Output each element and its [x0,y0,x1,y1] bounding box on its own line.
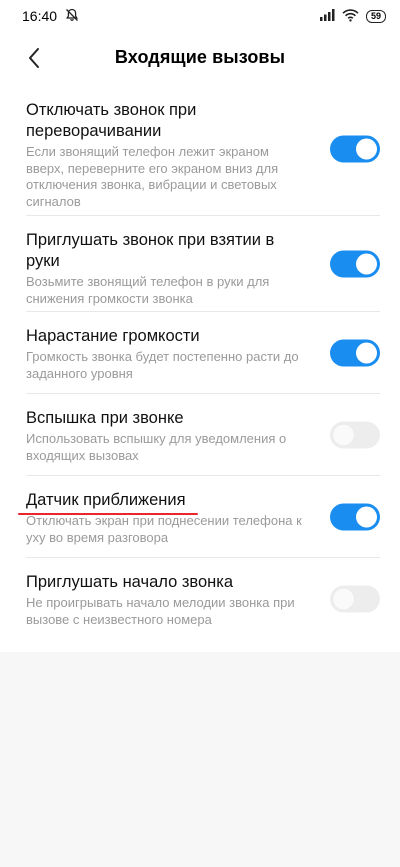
page-title: Входящие вызовы [114,46,286,67]
toggle-switch-on[interactable] [330,250,380,277]
wifi-icon [342,8,359,25]
setting-flip-to-silence[interactable]: Отключать звонок при переворачивании Есл… [26,82,380,216]
incoming-calls-screen: 16:40 59 Входящие вызовы Отключать звоно… [0,0,400,867]
toggle-switch-off[interactable] [330,421,380,448]
battery-icon: 59 [365,9,386,23]
setting-title: Приглушать начало звонка [26,573,234,591]
setting-description: Возьмите звонящий телефон в руки для сни… [26,274,270,306]
toggle-switch-on[interactable] [330,135,380,162]
battery-level: 59 [370,10,381,21]
setting-description: Если звонящий телефон лежит экраном ввер… [26,144,279,209]
header: Входящие вызовы [0,32,400,82]
back-button[interactable] [20,44,48,72]
toggle-switch-on[interactable] [330,503,380,530]
status-time: 16:40 [22,8,58,24]
setting-quiet-on-pickup[interactable]: Приглушать звонок при взятии в руки Возь… [26,216,380,312]
setting-flash-on-ring[interactable]: Вспышка при звонке Использовать вспышку … [26,394,380,476]
signal-icon [319,8,335,25]
bell-off-icon [65,8,79,25]
setting-title: Приглушать звонок при взятии в руки [26,231,275,270]
status-left: 16:40 [22,8,79,25]
toggle-switch-on[interactable] [330,339,380,366]
setting-description: Использовать вспышку для уведомления о в… [26,431,287,463]
setting-ascending-volume[interactable]: Нарастание громкости Громкость звонка бу… [26,312,380,394]
status-bar: 16:40 59 [0,0,400,32]
settings-list: Отключать звонок при переворачивании Есл… [0,82,400,652]
setting-title: Нарастание громкости [26,327,200,345]
setting-description: Не проигрывать начало мелодии звонка при… [26,595,295,627]
highlight-underline [18,513,198,515]
toggle-switch-off[interactable] [330,585,380,613]
setting-quiet-ring-start[interactable]: Приглушать начало звонка Не проигрывать … [26,558,380,640]
chevron-left-icon [29,48,39,68]
content-panel: 16:40 59 Входящие вызовы Отключать звоно… [0,0,400,652]
setting-title: Датчик приближения [26,491,186,509]
setting-title: Отключать звонок при переворачивании [26,101,197,140]
setting-proximity-sensor[interactable]: Датчик приближения Отключать экран при п… [18,476,380,558]
setting-title: Вспышка при звонке [26,409,184,427]
setting-description: Громкость звонка будет постепенно расти … [26,349,299,381]
status-right: 59 [319,8,386,25]
setting-description: Отключать экран при поднесении телефона … [26,513,302,545]
